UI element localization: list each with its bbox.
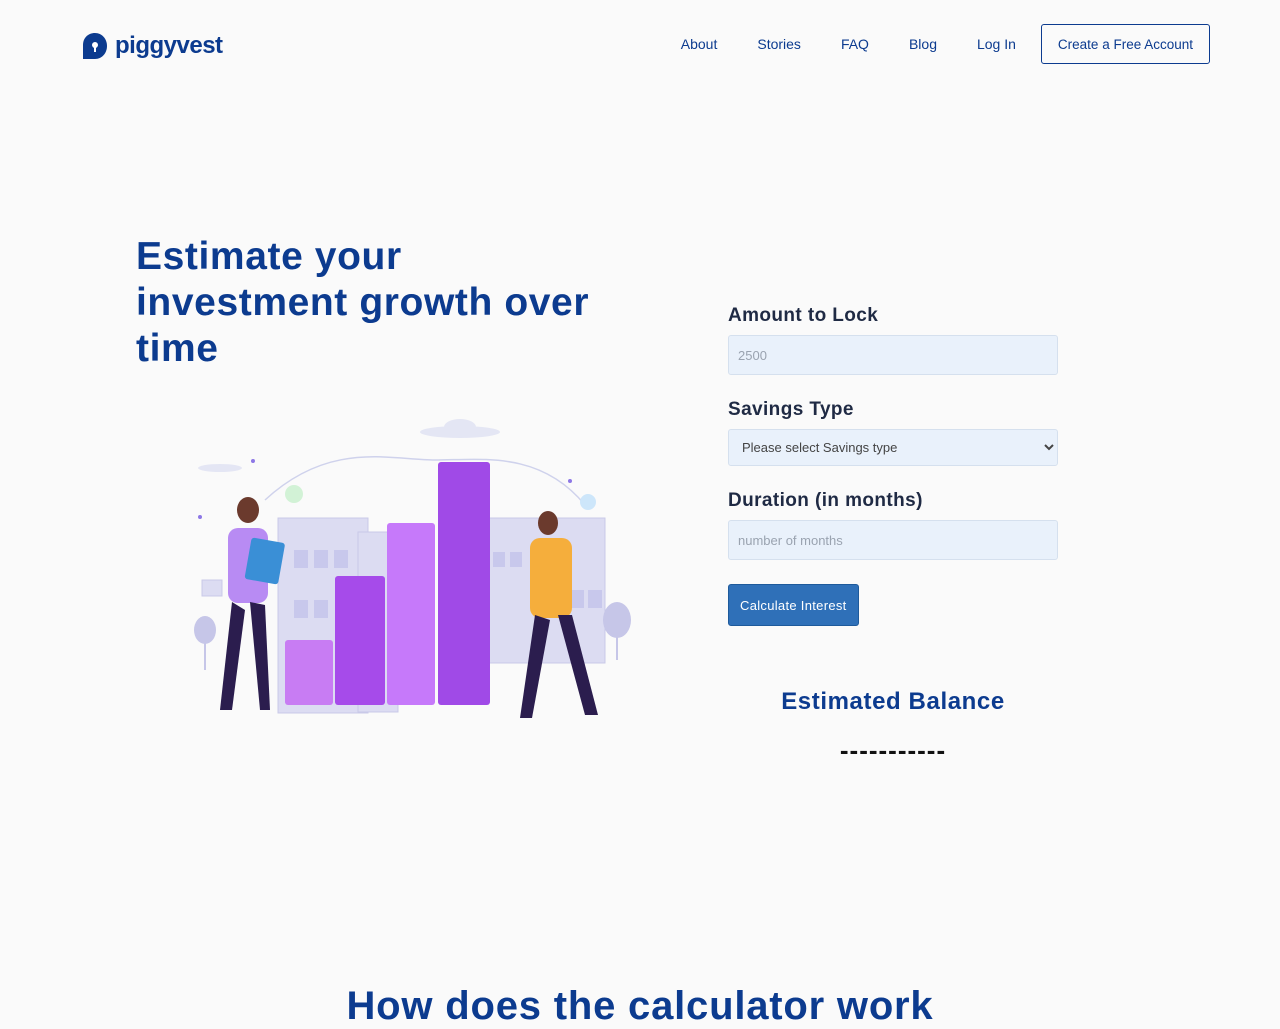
create-account-button[interactable]: Create a Free Account — [1040, 24, 1210, 64]
section-title: How does the calculator work — [346, 984, 934, 1028]
person-left — [220, 497, 285, 710]
estimated-balance-title: Estimated Balance — [781, 688, 1005, 715]
calculate-interest-button[interactable]: Calculate Interest — [728, 584, 859, 626]
savings-type-group: Savings Type Please select Savings type — [728, 399, 1058, 466]
main-nav: About Stories FAQ Blog Log In Create a F… — [681, 24, 1210, 64]
coin-badge-icon — [580, 494, 596, 510]
estimated-balance-value: ----------- — [839, 735, 947, 765]
duration-input[interactable] — [728, 520, 1058, 560]
site-header: piggyvest About Stories FAQ Blog Log In … — [0, 0, 1280, 90]
piggyvest-logo[interactable]: piggyvest — [81, 32, 223, 60]
amount-group: Amount to Lock — [728, 305, 1058, 375]
piggyvest-logo-icon — [83, 33, 107, 59]
amount-label: Amount to Lock — [728, 305, 879, 326]
logo-wordmark: piggyvest — [115, 32, 223, 59]
nav-login[interactable]: Log In — [977, 36, 1016, 52]
nav-blog[interactable]: Blog — [909, 36, 937, 52]
nav-about[interactable]: About — [681, 36, 718, 52]
duration-label: Duration (in months) — [728, 490, 923, 511]
investment-growth-illustration — [194, 419, 631, 718]
duration-group: Duration (in months) — [728, 490, 1058, 560]
nav-faq[interactable]: FAQ — [841, 36, 869, 52]
savings-type-label: Savings Type — [728, 399, 854, 420]
interest-calculator-form: Amount to Lock Savings Type Please selec… — [728, 305, 1058, 626]
chart-badge-icon — [285, 485, 303, 503]
hero-title: Estimate your investment growth over tim… — [136, 235, 590, 370]
amount-input[interactable] — [728, 335, 1058, 375]
savings-type-select[interactable]: Please select Savings type — [728, 429, 1058, 466]
nav-stories[interactable]: Stories — [757, 36, 801, 52]
